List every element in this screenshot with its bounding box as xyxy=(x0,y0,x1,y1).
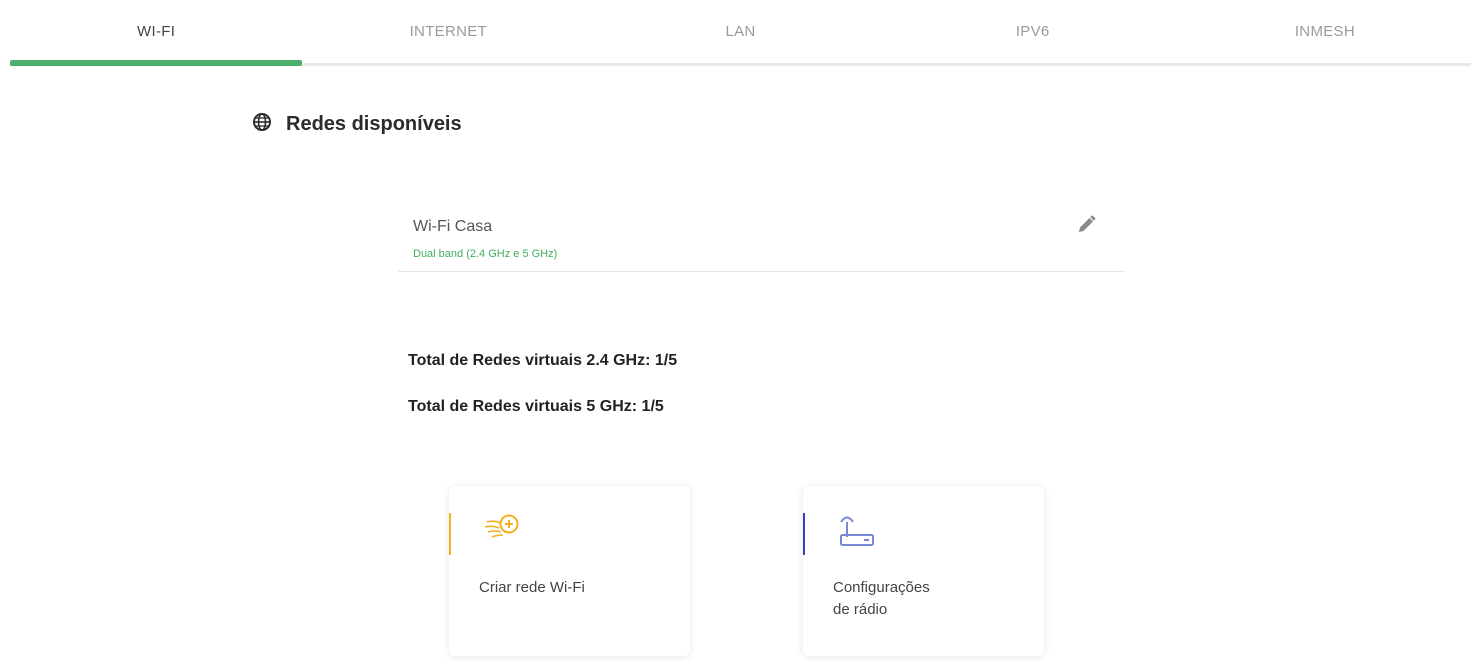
page-title: Redes disponíveis xyxy=(286,113,462,135)
network-band: Dual band (2.4 GHz e 5 GHz) xyxy=(413,248,558,260)
edit-network-button[interactable] xyxy=(1075,214,1097,236)
tab-bar: WI-FI INTERNET LAN IPV6 INMESH xyxy=(10,0,1471,66)
create-wifi-label: Criar rede Wi-Fi xyxy=(479,579,585,596)
tab-ipv6[interactable]: IPV6 xyxy=(887,0,1179,63)
wifi-add-icon xyxy=(484,514,519,538)
section-header: Redes disponíveis xyxy=(252,112,462,137)
tab-lan[interactable]: LAN xyxy=(594,0,886,63)
tab-wifi[interactable]: WI-FI xyxy=(10,0,303,66)
create-wifi-card[interactable]: Criar rede Wi-Fi xyxy=(449,486,690,656)
radio-settings-card[interactable]: Configurações de rádio xyxy=(803,486,1044,656)
tab-internet[interactable]: INTERNET xyxy=(302,0,594,63)
tab-inmesh[interactable]: INMESH xyxy=(1179,0,1471,63)
network-row[interactable]: Wi-Fi Casa Dual band (2.4 GHz e 5 GHz) xyxy=(398,206,1125,272)
pencil-icon xyxy=(1079,215,1096,232)
total-virtual-networks-5ghz: Total de Redes virtuais 5 GHz: 1/5 xyxy=(408,398,664,415)
card-accent xyxy=(803,513,805,555)
network-name: Wi-Fi Casa xyxy=(413,218,493,235)
total-virtual-networks-24ghz: Total de Redes virtuais 2.4 GHz: 1/5 xyxy=(408,352,678,369)
card-accent xyxy=(449,513,451,555)
radio-settings-label: Configurações de rádio xyxy=(833,579,930,618)
router-icon xyxy=(840,516,874,546)
globe-icon xyxy=(252,112,272,137)
